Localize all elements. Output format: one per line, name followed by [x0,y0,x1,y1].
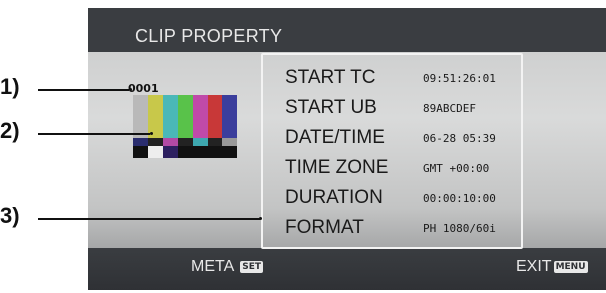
prop-value: 09:51:26:01 [423,72,496,85]
prop-label: DURATION [285,187,383,208]
exit-button[interactable]: EXIT MENU [516,258,588,276]
prop-row-start-ub: START UB 89ABCDEF [263,93,521,123]
callout-2-leader [38,133,150,135]
meta-button[interactable]: META SET [191,258,264,276]
set-key-badge: SET [240,261,264,273]
prop-label: DATE/TIME [285,127,385,148]
callout-3-dot [259,217,262,220]
menu-key-badge: MENU [553,261,588,273]
screen-title: CLIP PROPERTY [135,26,283,46]
meta-label: META [191,258,235,275]
callout-2-dot [150,132,153,135]
clip-properties-panel: START TC 09:51:26:01 START UB 89ABCDEF D… [261,53,523,249]
prop-row-time-zone: TIME ZONE GMT +00:00 [263,153,521,183]
callout-1-dot [129,88,132,91]
callout-1-leader [38,89,129,91]
prop-label: START UB [285,97,377,118]
callout-3-leader [38,218,260,220]
color-bars-thumbnail[interactable] [133,95,237,158]
prop-row-format: FORMAT PH 1080/60i [263,213,521,243]
clip-number: 0001 [128,82,159,95]
prop-row-duration: DURATION 00:00:10:00 [263,183,521,213]
prop-value: 06-28 05:39 [423,132,496,145]
prop-value: 89ABCDEF [423,102,476,115]
prop-row-start-tc: START TC 09:51:26:01 [263,63,521,93]
prop-label: FORMAT [285,217,364,238]
prop-row-date-time: DATE/TIME 06-28 05:39 [263,123,521,153]
prop-value: GMT +00:00 [423,162,490,175]
prop-value: PH 1080/60i [423,222,496,235]
clip-property-screen: CLIP PROPERTY 0001 START TC 09:51:26:01 … [88,8,606,290]
bottom-bar: META SET EXIT MENU [88,248,606,290]
prop-label: TIME ZONE [285,157,389,178]
callout-3: 3) [0,203,20,228]
prop-value: 00:00:10:00 [423,192,496,205]
prop-label: START TC [285,67,376,88]
callout-2: 2) [0,118,20,143]
exit-label: EXIT [516,258,552,275]
callout-1: 1) [0,74,20,99]
